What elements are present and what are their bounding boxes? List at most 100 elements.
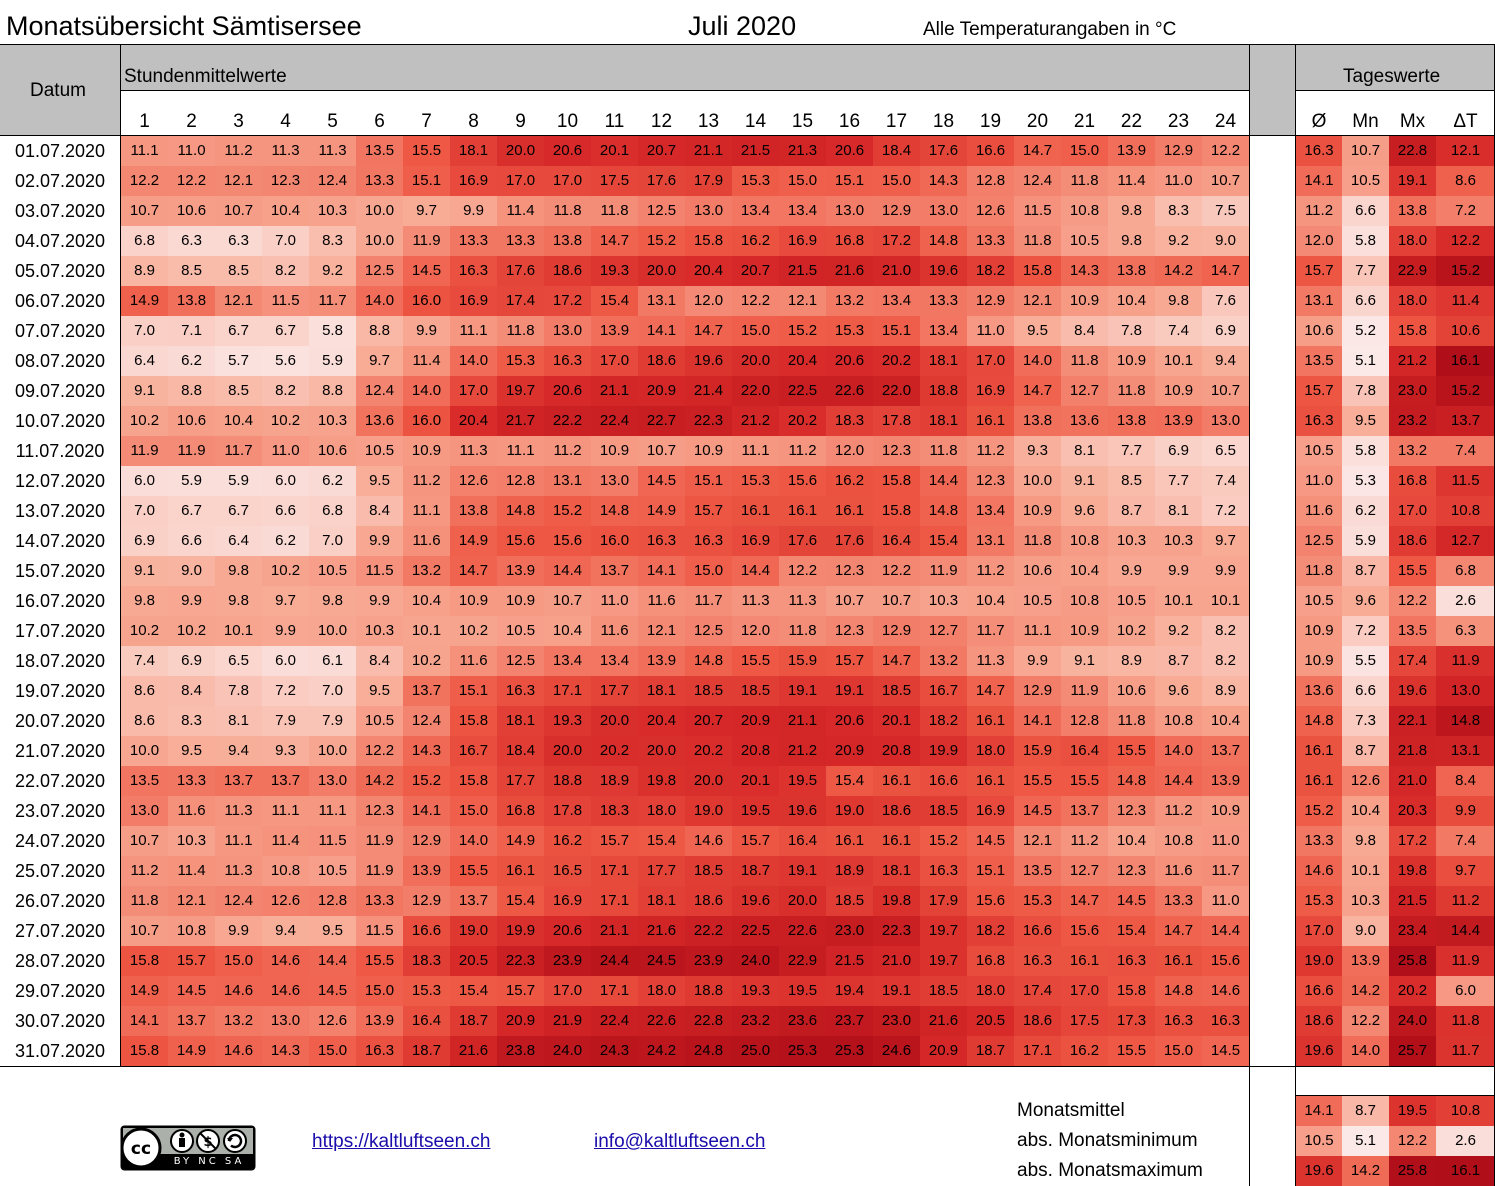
hourly-cell: 12.3: [262, 166, 309, 196]
hourly-cell: 12.3: [1108, 796, 1155, 826]
hourly-cell: 7.7: [1155, 466, 1202, 496]
hourly-cell: 8.9: [121, 256, 168, 286]
hourly-cell: 16.1: [1061, 946, 1108, 976]
hourly-cell: 8.5: [1108, 466, 1155, 496]
hourly-cell: 10.3: [309, 406, 356, 436]
hourly-cell: 9.2: [309, 256, 356, 286]
hourly-cell: 20.1: [591, 136, 638, 166]
hourly-cell: 14.0: [356, 286, 403, 316]
hourly-cell: 10.9: [1202, 796, 1249, 826]
hourly-cell: 15.7: [168, 946, 215, 976]
hourly-cell: 12.6: [450, 466, 497, 496]
hourly-cell: 11.2: [544, 436, 591, 466]
hourly-cell: 18.2: [967, 256, 1014, 286]
hourly-cell: 9.7: [1202, 526, 1249, 556]
hourly-cell: 7.8: [1108, 316, 1155, 346]
hourly-cell: 14.3: [920, 166, 967, 196]
hourly-cell: 10.5: [309, 856, 356, 886]
hourly-cell: 20.7: [732, 256, 779, 286]
hourly-cell: 12.2: [356, 736, 403, 766]
website-link[interactable]: https://kaltluftseen.ch: [312, 1127, 491, 1157]
hourly-cell: 20.6: [826, 706, 873, 736]
hourly-cell: 16.4: [403, 1006, 450, 1036]
hourly-cell: 18.7: [732, 856, 779, 886]
hourly-cell: 19.3: [544, 706, 591, 736]
daily-cell: 9.5: [1342, 406, 1389, 436]
hourly-cell: 12.9: [873, 616, 920, 646]
hourly-cell: 16.8: [967, 946, 1014, 976]
hourly-cell: 10.2: [121, 406, 168, 436]
daily-cell: 15.2: [1436, 256, 1495, 286]
daily-cell: 13.3: [1296, 826, 1342, 856]
hour-header: 11: [604, 111, 625, 132]
hourly-cell: 8.1: [215, 706, 262, 736]
hourly-cell: 11.5: [356, 556, 403, 586]
hourly-cell: 9.8: [309, 586, 356, 616]
hourly-cell: 8.9: [1202, 676, 1249, 706]
hourly-cell: 14.1: [121, 1006, 168, 1036]
hourly-cell: 18.8: [920, 376, 967, 406]
hourly-cell: 14.8: [497, 496, 544, 526]
row-date: 27.07.2020: [14, 921, 106, 941]
page: Monatsübersicht Sämtisersee Juli 2020 Al…: [0, 0, 1495, 1186]
hourly-cell: 6.5: [1202, 436, 1249, 466]
daily-cell: 13.8: [1389, 196, 1436, 226]
hourly-cell: 6.9: [1202, 316, 1249, 346]
hourly-cell: 7.2: [262, 676, 309, 706]
hourly-cell: 15.3: [403, 976, 450, 1006]
daily-cell: 14.8: [1436, 706, 1495, 736]
hourly-cell: 9.9: [356, 586, 403, 616]
daily-cell: 8.7: [1342, 556, 1389, 586]
hourly-cell: 19.5: [732, 796, 779, 826]
hourly-cell: 9.0: [168, 556, 215, 586]
hourly-cell: 15.3: [1014, 886, 1061, 916]
hourly-cell: 14.7: [685, 316, 732, 346]
hourly-cell: 13.3: [168, 766, 215, 796]
hourly-cell: 18.1: [920, 406, 967, 436]
hourly-cell: 22.3: [497, 946, 544, 976]
hourly-cell: 10.0: [1014, 466, 1061, 496]
hourly-cell: 12.0: [685, 286, 732, 316]
hourly-cell: 11.8: [779, 616, 826, 646]
hourly-cell: 13.7: [1061, 796, 1108, 826]
hourly-cell: 14.5: [403, 256, 450, 286]
hourly-cell: 15.8: [873, 466, 920, 496]
hourly-cell: 14.8: [685, 646, 732, 676]
daily-cell: 14.2: [1342, 976, 1389, 1006]
hour-header: 12: [650, 111, 673, 132]
hourly-cell: 14.0: [450, 346, 497, 376]
hourly-cell: 9.6: [1155, 676, 1202, 706]
hourly-cell: 17.6: [638, 166, 685, 196]
hourly-cell: 19.9: [920, 736, 967, 766]
spacer-header-bg: [1250, 45, 1295, 135]
hourly-cell: 7.5: [1202, 196, 1249, 226]
hourly-cell: 12.7: [1061, 856, 1108, 886]
hourly-cell: 13.8: [450, 496, 497, 526]
hour-header: 22: [1120, 111, 1143, 132]
page-title: Monatsübersicht Sämtisersee: [6, 11, 362, 41]
hourly-cell: 22.9: [779, 946, 826, 976]
daily-cell: 13.2: [1389, 436, 1436, 466]
hourly-cell: 19.6: [779, 796, 826, 826]
email-link[interactable]: info@kaltluftseen.ch: [594, 1127, 765, 1157]
hourly-cell: 11.3: [309, 136, 356, 166]
row-date: 31.07.2020: [14, 1041, 106, 1061]
border-line: [0, 1066, 1495, 1067]
daily-cell: 10.9: [1296, 616, 1342, 646]
hourly-cell: 14.5: [1108, 886, 1155, 916]
hourly-cell: 5.7: [215, 346, 262, 376]
hourly-cell: 10.2: [450, 616, 497, 646]
hourly-cell: 15.5: [732, 646, 779, 676]
hourly-cell: 16.3: [544, 346, 591, 376]
border-line: [1296, 90, 1495, 91]
hourly-cell: 15.0: [732, 316, 779, 346]
hourly-cell: 9.5: [1014, 316, 1061, 346]
hourly-cell: 13.3: [356, 166, 403, 196]
hourly-cell: 16.1: [967, 766, 1014, 796]
daily-cell: 9.0: [1342, 916, 1389, 946]
hourly-cell: 9.5: [356, 466, 403, 496]
daily-cell: 15.2: [1296, 796, 1342, 826]
hourly-cell: 10.0: [356, 226, 403, 256]
hourly-cell: 10.4: [1108, 826, 1155, 856]
summary-cell: 14.2: [1342, 1156, 1389, 1186]
